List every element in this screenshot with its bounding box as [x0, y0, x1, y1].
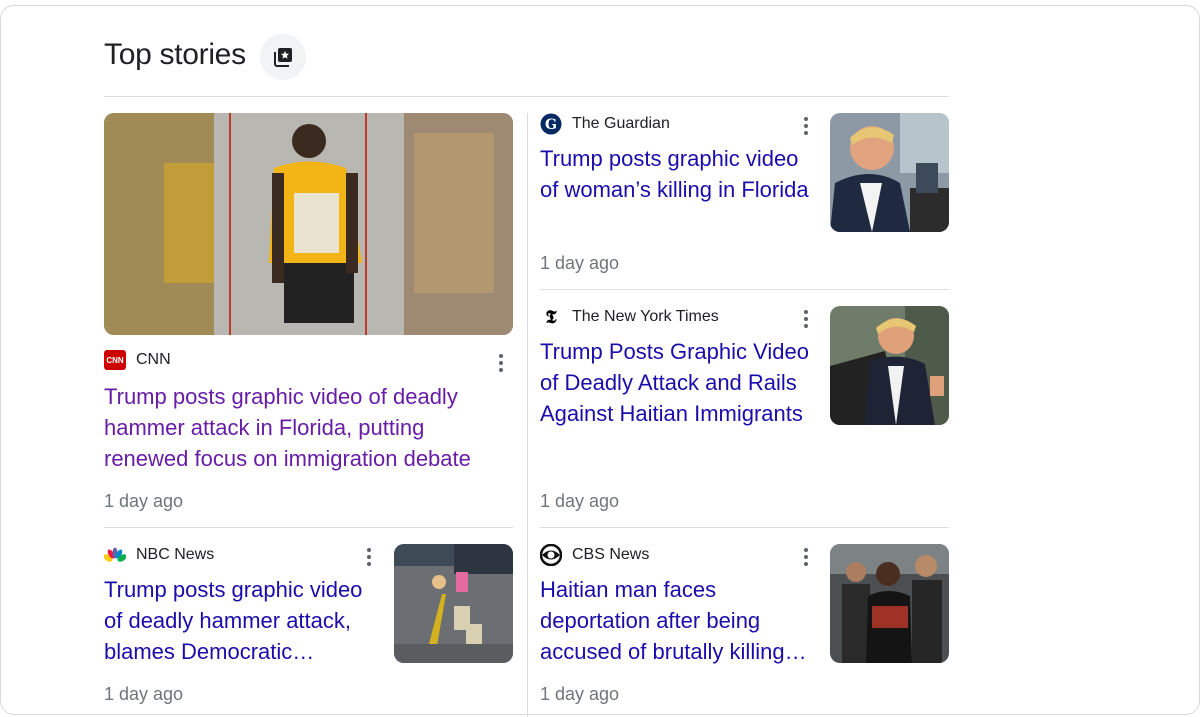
story-headline[interactable]: Trump posts graphic video of deadly hamm… [104, 381, 509, 474]
story-thumbnail-cnn[interactable] [104, 113, 513, 335]
story-timestamp: 1 day ago [104, 491, 184, 511]
svg-text:G: G [545, 117, 557, 133]
story-divider [540, 527, 949, 528]
story-divider [540, 289, 949, 290]
source-name: The New York Times [572, 308, 719, 325]
story-source-nyt[interactable]: 𝕿 The New York Times [540, 306, 719, 328]
story-timestamp: 1 day ago [104, 684, 184, 704]
story-divider [104, 527, 513, 528]
source-name: CNN [136, 351, 171, 368]
nbc-peacock-icon [104, 544, 126, 566]
cnn-logo-icon: CNN [104, 350, 126, 370]
more-options-button[interactable] [796, 545, 816, 569]
more-options-button[interactable] [796, 114, 816, 138]
story-timestamp: 1 day ago [540, 684, 620, 704]
story-headline[interactable]: Haitian man faces deportation after bein… [540, 574, 815, 667]
source-name: CBS News [572, 546, 650, 563]
story-thumbnail-nbc[interactable] [394, 544, 513, 663]
section-title: Top stories [104, 38, 246, 71]
story-source-cbs[interactable]: CBS News [540, 544, 649, 566]
story-headline[interactable]: Trump Posts Graphic Video of Deadly Atta… [540, 336, 815, 429]
story-source-guardian[interactable]: G The Guardian [540, 113, 670, 135]
nyt-logo-icon: 𝕿 [545, 306, 557, 328]
guardian-logo-icon: G [540, 113, 562, 135]
story-timestamp: 1 day ago [540, 491, 620, 511]
story-source-cnn[interactable]: CNN CNN [104, 350, 171, 370]
cbs-eye-icon [540, 544, 562, 566]
story-thumbnail-nyt[interactable] [830, 306, 949, 425]
stacked-news-icon [274, 48, 292, 67]
source-name: NBC News [136, 546, 215, 563]
more-options-button[interactable] [359, 545, 379, 569]
story-source-nbc[interactable]: NBC News [104, 544, 214, 566]
more-options-button[interactable] [491, 351, 511, 375]
story-headline[interactable]: Trump posts graphic video of woman’s kil… [540, 143, 820, 205]
story-thumbnail-cbs[interactable] [830, 544, 949, 663]
more-options-button[interactable] [796, 307, 816, 331]
story-thumbnail-guardian[interactable] [830, 113, 949, 232]
header-divider [104, 96, 949, 97]
more-stories-button[interactable] [260, 34, 306, 80]
source-name: The Guardian [572, 115, 670, 132]
column-divider [527, 113, 528, 717]
story-headline[interactable]: Trump posts graphic video of deadly hamm… [104, 574, 386, 667]
story-timestamp: 1 day ago [540, 253, 620, 273]
